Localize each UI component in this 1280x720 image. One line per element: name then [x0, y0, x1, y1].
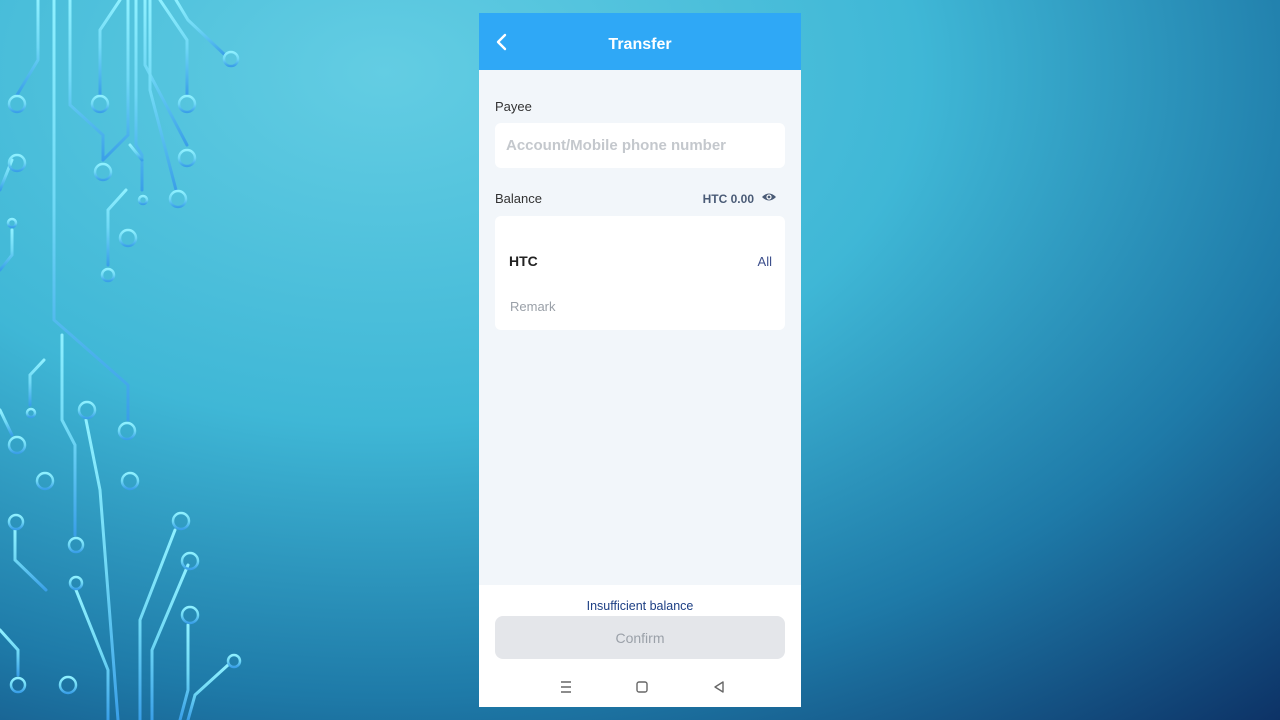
- confirm-button[interactable]: Confirm: [495, 616, 785, 659]
- insufficient-balance-message: Insufficient balance: [586, 599, 694, 613]
- eye-icon[interactable]: [761, 191, 777, 203]
- payee-input[interactable]: [495, 123, 785, 168]
- circuit-decoration: [0, 0, 242, 720]
- page-title: Transfer: [608, 36, 672, 53]
- back-triangle-icon[interactable]: [709, 677, 729, 697]
- system-nav-bar: [479, 677, 801, 697]
- currency-label: HTC: [509, 253, 538, 269]
- phone-screen: Transfer Payee Balance HTC 0.00 HTC All …: [479, 13, 801, 707]
- menu-icon[interactable]: [556, 677, 576, 697]
- home-square-icon[interactable]: [632, 677, 652, 697]
- balance-label: Balance: [495, 191, 542, 206]
- all-button[interactable]: All: [758, 254, 772, 269]
- amount-card: HTC All: [495, 216, 785, 330]
- remark-input[interactable]: [508, 298, 772, 315]
- payee-label: Payee: [495, 99, 532, 114]
- bottom-panel: Insufficient balance Confirm: [479, 585, 801, 707]
- balance-value: HTC 0.00: [702, 192, 754, 206]
- header-bar: Transfer: [479, 13, 801, 70]
